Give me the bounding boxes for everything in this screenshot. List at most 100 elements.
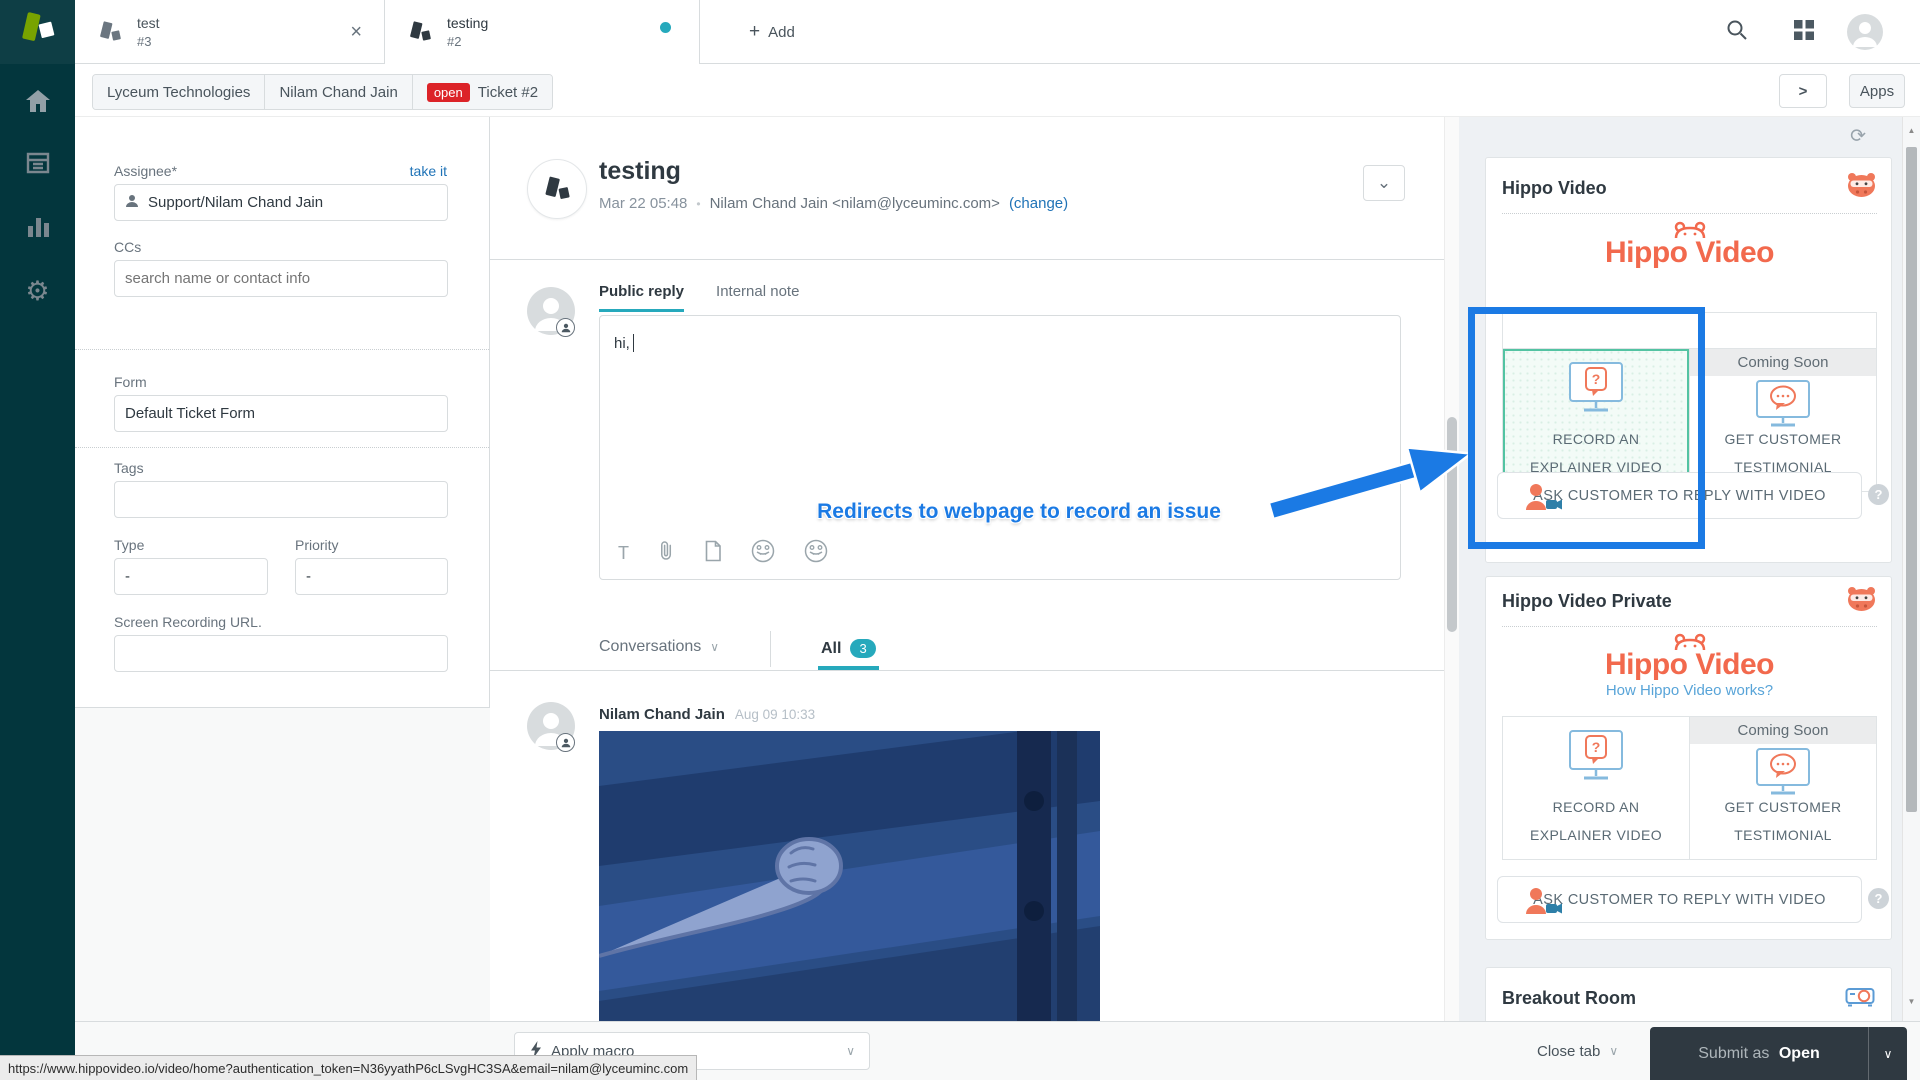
hippo-action-cards: ? RECORD AN EXPLAINER VIDEO Coming Soon … [1502, 716, 1877, 860]
left-sidebar: ⚙ [0, 0, 75, 1080]
form-label: Form [114, 374, 147, 390]
conversation-scrollbar[interactable] [1444, 117, 1459, 1021]
person-icon [125, 194, 139, 212]
vertical-divider [770, 631, 771, 667]
tab-public-reply[interactable]: Public reply [599, 283, 684, 312]
conversation-column: testing Mar 22 05:48 • Nilam Chand Jain … [490, 117, 1459, 1021]
scrollbar-thumb[interactable] [1906, 147, 1917, 812]
sidebar-item-reporting[interactable] [0, 205, 75, 251]
text-cursor [633, 334, 634, 352]
priority-value: - [306, 568, 311, 585]
scroll-up-icon[interactable]: ▲ [1903, 126, 1920, 135]
monitor-chat-icon [1752, 379, 1814, 434]
how-hippo-works-link[interactable]: How Hippo Video works? [1486, 682, 1893, 699]
chevron-down-icon: ∨ [1609, 1044, 1618, 1058]
views-icon [26, 151, 50, 180]
collapse-apps-button[interactable]: > [1779, 74, 1827, 108]
hippo-video-icon[interactable] [751, 539, 775, 568]
composer-toolbar: T [618, 539, 828, 568]
hippo-icon [1846, 585, 1877, 617]
change-requester-link[interactable]: (change) [1009, 195, 1068, 212]
add-tab-button[interactable]: + Add [723, 0, 821, 64]
chevron-down-icon: ∨ [846, 1044, 855, 1058]
ask-customer-reply-video-button[interactable]: ASK CUSTOMER TO REPLY WITH VIDEO [1497, 876, 1862, 923]
zendesk-logo-icon [17, 9, 59, 56]
cartoon-image [599, 731, 1100, 1021]
hippo-logo-text: Hippo Video [1605, 648, 1774, 681]
priority-field[interactable]: - [295, 558, 448, 595]
app-card-hippo-video-private: Hippo Video Private Hippo Video How Hipp… [1485, 576, 1892, 940]
hippo-video-logo: Hippo Video [1486, 220, 1893, 270]
annotation-arrow [1255, 430, 1485, 540]
close-tab-label: Close tab [1537, 1043, 1600, 1060]
header-collapse-button[interactable]: ⌄ [1363, 165, 1405, 201]
breadcrumb-org[interactable]: Lyceum Technologies [93, 75, 265, 109]
text-format-button[interactable]: T [618, 543, 629, 564]
submit-prefix: Submit as [1698, 1045, 1769, 1062]
apps-panel-scrollbar[interactable]: ▲ ▼ [1902, 117, 1920, 1021]
count-badge: 3 [850, 639, 875, 658]
ticket-header: testing Mar 22 05:48 • Nilam Chand Jain … [490, 117, 1459, 260]
take-it-link[interactable]: take it [410, 163, 447, 179]
user-avatar[interactable] [1847, 14, 1883, 55]
message-image-attachment[interactable] [599, 731, 1100, 1021]
divider [1502, 213, 1877, 214]
form-field[interactable]: Default Ticket Form [114, 395, 448, 432]
card-label-line1: GET CUSTOMER [1690, 431, 1876, 447]
help-icon[interactable]: ? [1868, 888, 1889, 909]
app-window: ⚙ test #3 × testing #2 + Add [0, 0, 1920, 1080]
screen-recording-url-input[interactable] [114, 635, 448, 672]
bar-chart-icon [26, 214, 50, 243]
conversations-dropdown[interactable]: Conversations ∨ [599, 638, 719, 656]
close-tab-control[interactable]: Close tab ∨ [1537, 1032, 1618, 1070]
help-icon[interactable]: ? [1868, 484, 1889, 505]
composer-editor[interactable]: hi, [614, 334, 634, 352]
global-search-button[interactable] [1720, 15, 1754, 49]
product-logo[interactable] [0, 0, 75, 64]
apps-button-label: Apps [1860, 83, 1894, 100]
apps-panel: ⟳ Hippo Video Hippo Video How Hippo Vide… [1459, 117, 1902, 1021]
ticket-tab-testing-active[interactable]: testing #2 [385, 0, 700, 64]
breadcrumb-requester[interactable]: Nilam Chand Jain [265, 75, 412, 109]
monitor-question-icon: ? [1565, 729, 1627, 788]
refresh-apps-icon[interactable]: ⟳ [1850, 125, 1866, 148]
ticket-tab-test[interactable]: test #3 × [75, 0, 385, 64]
ccs-input[interactable] [114, 260, 448, 297]
record-explainer-video-card[interactable]: ? RECORD AN EXPLAINER VIDEO [1503, 717, 1689, 859]
form-value: Default Ticket Form [125, 405, 255, 422]
assignee-field[interactable]: Support/Nilam Chand Jain [114, 184, 448, 221]
apps-button[interactable]: Apps [1849, 74, 1905, 108]
tab-internal-note[interactable]: Internal note [716, 283, 799, 312]
tab-all-conversations[interactable]: All 3 [818, 635, 879, 670]
link-preview-url: https://www.hippovideo.io/video/home?aut… [8, 1061, 688, 1076]
priority-label: Priority [295, 537, 339, 553]
get-customer-testimonial-card[interactable]: Coming Soon GET CUSTOMER TESTIMONIAL [1689, 349, 1876, 491]
sidebar-item-home[interactable] [0, 80, 75, 126]
app-grid-button[interactable] [1787, 15, 1821, 49]
coming-soon-banner: Coming Soon [1690, 717, 1876, 744]
type-field[interactable]: - [114, 558, 268, 595]
template-icon[interactable] [704, 540, 722, 567]
projector-icon [1845, 985, 1877, 1013]
coming-soon-banner: Coming Soon [1690, 349, 1876, 376]
composer-tabs: Public reply Internal note [599, 283, 799, 312]
annotation-highlight-box [1468, 307, 1705, 549]
sidebar-item-views[interactable] [0, 142, 75, 188]
hippo-logo-text: Hippo Video [1605, 236, 1774, 269]
scroll-down-icon[interactable]: ▼ [1903, 997, 1920, 1006]
close-tab-icon[interactable]: × [350, 21, 362, 44]
hippo-video-private-icon[interactable] [804, 539, 828, 568]
get-customer-testimonial-card[interactable]: Coming Soon GET CUSTOMER TESTIMONIAL [1689, 717, 1876, 859]
tags-input[interactable] [114, 481, 448, 518]
ticket-requester: Nilam Chand Jain <nilam@lyceuminc.com> [710, 195, 1000, 212]
breadcrumb-ticket[interactable]: open Ticket #2 [413, 75, 552, 109]
conversations-row: Conversations ∨ All 3 [490, 635, 1459, 671]
assignee-value: Support/Nilam Chand Jain [148, 194, 323, 211]
sidebar-item-admin[interactable]: ⚙ [0, 268, 75, 314]
screen-recording-url-label: Screen Recording URL. [114, 614, 262, 630]
composer-avatar [527, 287, 575, 340]
tab-title: test [137, 14, 160, 33]
submit-button[interactable]: Submit as Open ∨ [1650, 1027, 1907, 1080]
submit-options-caret[interactable]: ∨ [1868, 1027, 1907, 1080]
attach-icon[interactable] [658, 540, 675, 567]
